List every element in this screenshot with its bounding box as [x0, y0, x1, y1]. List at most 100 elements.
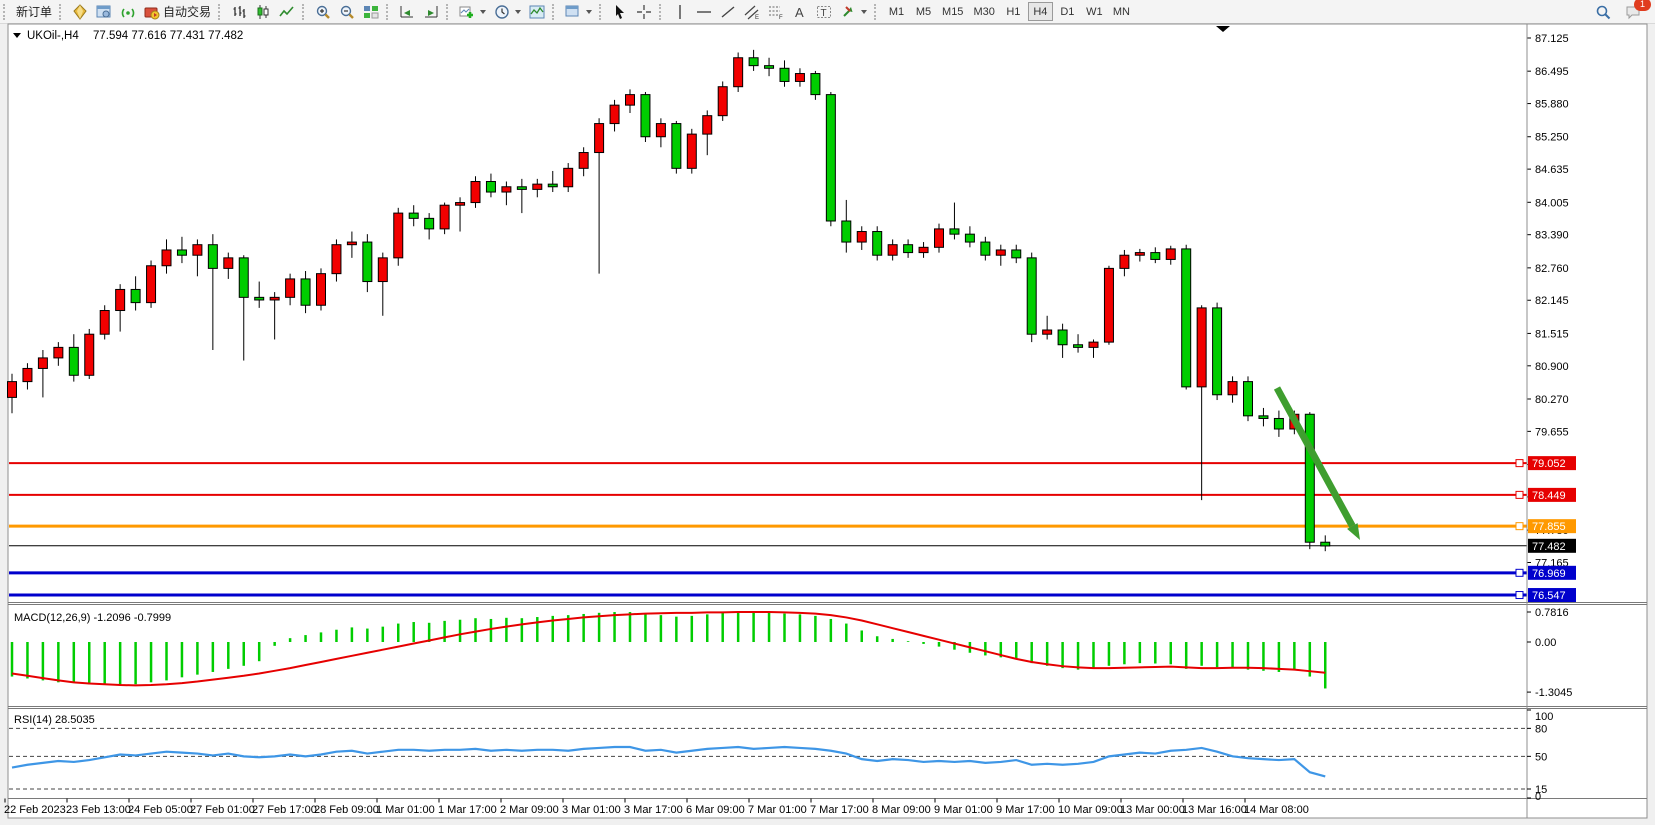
- price-axis-label: 82.145: [1535, 295, 1569, 307]
- timeframe-m30-button[interactable]: M30: [969, 2, 998, 21]
- line-handle[interactable]: [1516, 569, 1523, 576]
- line-handle[interactable]: [1516, 491, 1523, 498]
- timeframe-m5-button[interactable]: M5: [911, 2, 936, 21]
- zoom-in-button[interactable]: [311, 2, 335, 22]
- toolbar-grip[interactable]: [446, 4, 452, 20]
- time-axis-label: 27 Feb 01:00: [190, 804, 255, 816]
- time-axis-label: 23 Feb 13:00: [66, 804, 131, 816]
- bar-chart-icon: [231, 4, 247, 20]
- market-watch-button[interactable]: [92, 2, 116, 22]
- candle: [811, 74, 820, 95]
- toolbar-grip[interactable]: [3, 4, 9, 20]
- fibonacci-tool-button[interactable]: F: [764, 2, 788, 22]
- timeframe-w1-button[interactable]: W1: [1082, 2, 1107, 21]
- time-axis-label: 24 Feb 05:00: [128, 804, 193, 816]
- chart-ohlc-values: 77.594 77.616 77.431 77.482: [93, 30, 243, 42]
- candle: [564, 168, 573, 186]
- candle: [332, 245, 341, 274]
- candle: [981, 242, 990, 255]
- time-axis-label: 10 Mar 09:00: [1058, 804, 1123, 816]
- tile-windows-button[interactable]: [359, 2, 383, 22]
- text-tool-button[interactable]: A: [788, 2, 812, 22]
- candle: [950, 229, 959, 234]
- toolbar-grip[interactable]: [302, 4, 308, 20]
- notification-badge[interactable]: 1: [1634, 0, 1651, 11]
- timeframe-h4-button[interactable]: H4: [1028, 2, 1053, 21]
- candle: [224, 258, 233, 269]
- crosshair-tool-button[interactable]: [632, 2, 656, 22]
- price-axis-label: 83.390: [1535, 230, 1569, 242]
- search-button[interactable]: [1591, 2, 1615, 22]
- zoom-out-button[interactable]: [335, 2, 359, 22]
- toolbar-grip[interactable]: [659, 4, 665, 20]
- arrows-tool-button[interactable]: [836, 2, 871, 22]
- vertical-line-icon: [672, 4, 688, 20]
- trendline-tool-button[interactable]: [716, 2, 740, 22]
- template-icon: [529, 4, 545, 20]
- auto-trading-button[interactable]: 自动交易: [140, 2, 215, 22]
- candle: [610, 105, 619, 123]
- candle: [857, 232, 866, 243]
- bar-chart-button[interactable]: [227, 2, 251, 22]
- chart-shift-button[interactable]: [419, 2, 443, 22]
- vertical-line-tool-button[interactable]: [668, 2, 692, 22]
- horizontal-line-tool-button[interactable]: [692, 2, 716, 22]
- toolbar-grip[interactable]: [552, 4, 558, 20]
- crosshair-icon: [636, 4, 652, 20]
- candle: [378, 258, 387, 282]
- candle: [208, 245, 217, 269]
- channel-tool-button[interactable]: E: [740, 2, 764, 22]
- new-chart-button[interactable]: [455, 2, 490, 22]
- line-handle[interactable]: [1516, 523, 1523, 530]
- candle: [363, 242, 372, 281]
- rsi-label: RSI(14) 28.5035: [14, 714, 95, 726]
- timeframe-d1-button[interactable]: D1: [1055, 2, 1080, 21]
- windows-menu-button[interactable]: [561, 2, 596, 22]
- candle: [919, 247, 928, 252]
- toolbar-grip[interactable]: [599, 4, 605, 20]
- label-tool-button[interactable]: T: [812, 2, 836, 22]
- candle: [85, 334, 94, 375]
- equidistant-channel-icon: E: [744, 4, 760, 20]
- time-axis-label: 27 Feb 17:00: [252, 804, 317, 816]
- line-handle[interactable]: [1516, 460, 1523, 467]
- auto-trading-icon: [144, 4, 160, 20]
- time-axis-label: 13 Mar 16:00: [1182, 804, 1247, 816]
- toolbar-grip[interactable]: [874, 4, 880, 20]
- candle: [1135, 253, 1144, 256]
- candle: [1274, 418, 1283, 429]
- candle: [131, 289, 140, 302]
- macd-label: MACD(12,26,9) -1.2096 -0.7999: [14, 612, 171, 624]
- timeframe-m15-button[interactable]: M15: [938, 2, 967, 21]
- profiles-button[interactable]: [68, 2, 92, 22]
- auto-scroll-button[interactable]: [395, 2, 419, 22]
- template-button[interactable]: [525, 2, 549, 22]
- toolbar-grip[interactable]: [386, 4, 392, 20]
- cursor-tool-button[interactable]: [608, 2, 632, 22]
- line-handle[interactable]: [1516, 592, 1523, 599]
- toolbar-grip[interactable]: [218, 4, 224, 20]
- time-axis-label: 2 Mar 09:00: [500, 804, 559, 816]
- market-watch-icon: [96, 4, 112, 20]
- timeframe-mn-button[interactable]: MN: [1109, 2, 1134, 21]
- timeframe-h1-button[interactable]: H1: [1001, 2, 1026, 21]
- candle: [1321, 542, 1330, 546]
- svg-text:F: F: [779, 15, 783, 20]
- toolbar-grip[interactable]: [59, 4, 65, 20]
- candlestick-chart-button[interactable]: [251, 2, 275, 22]
- period-caret-icon: [515, 10, 521, 14]
- timeframe-m1-button[interactable]: M1: [884, 2, 909, 21]
- signal-button[interactable]: [116, 2, 140, 22]
- line-chart-button[interactable]: [275, 2, 299, 22]
- period-button[interactable]: [490, 2, 525, 22]
- candle: [409, 213, 418, 218]
- new-order-button[interactable]: 新订单: [12, 2, 56, 22]
- candle: [687, 134, 696, 168]
- time-axis-label: 13 Mar 00:00: [1120, 804, 1185, 816]
- arrows-tool-icon: [840, 4, 856, 20]
- candle: [1213, 308, 1222, 395]
- price-axis-label: 82.760: [1535, 263, 1569, 275]
- clock-icon: [494, 4, 510, 20]
- candle: [703, 116, 712, 134]
- svg-text:T: T: [821, 8, 827, 19]
